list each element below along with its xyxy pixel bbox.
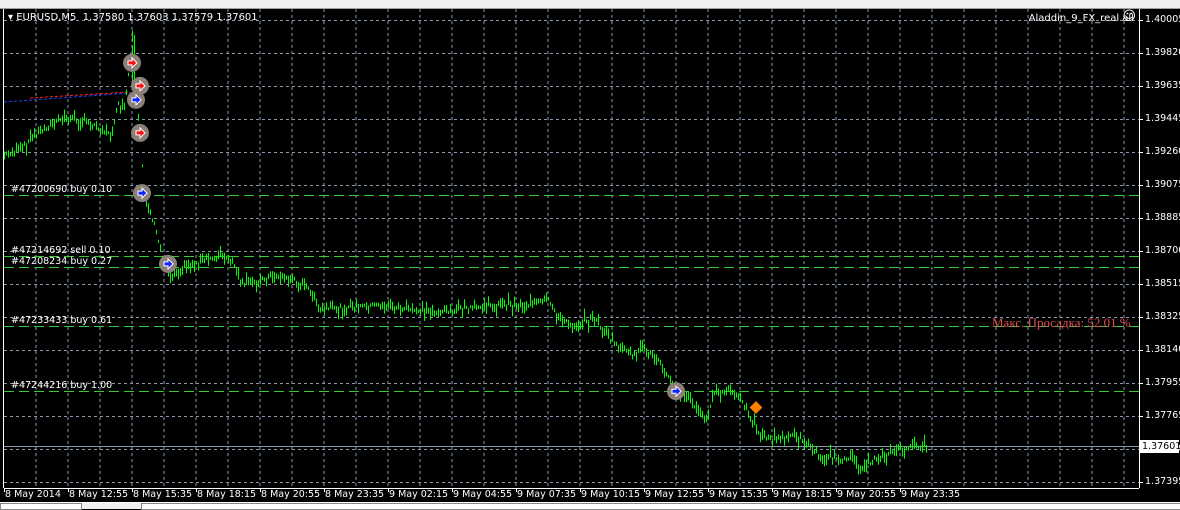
price-axis-label: 1.37395 [1145, 476, 1180, 487]
current-price-tag: 1.37601 [1139, 439, 1180, 453]
symbol-label: EURUSD,M5 [16, 12, 77, 23]
price-axis-label: 1.37765 [1145, 410, 1180, 421]
expert-advisor-label: Aladdin_9_FX_real all [1029, 13, 1134, 25]
price-axis-label: 1.38515 [1145, 278, 1180, 289]
smiley-icon[interactable]: ☺ [1122, 10, 1136, 23]
price-axis-label: 1.37955 [1145, 377, 1180, 388]
time-axis-label: 8 May 18:15 [197, 489, 257, 500]
max-drawdown-label: Макс. Просадка: 52.01 % [992, 315, 1131, 330]
price-axis-label: 1.38885 [1145, 212, 1180, 223]
time-axis-label: 9 May 07:35 [517, 489, 577, 500]
time-axis-label: 9 May 04:55 [453, 489, 513, 500]
order-label[interactable]: #47214692 sell 0.10 [11, 245, 111, 256]
price-axis-label: 1.38325 [1145, 311, 1180, 322]
time-axis-label: 9 May 18:15 [773, 489, 833, 500]
price-axis-label: 1.38700 [1145, 245, 1180, 256]
time-axis-label: 9 May 10:15 [581, 489, 641, 500]
time-axis-label: 9 May 20:55 [837, 489, 897, 500]
price-axis-label: 1.39820 [1145, 47, 1180, 58]
time-axis-label: 8 May 15:35 [133, 489, 193, 500]
order-label[interactable]: #47233433 buy 0.61 [11, 315, 112, 326]
price-axis-label: 1.39445 [1145, 113, 1180, 124]
price-chart[interactable] [0, 0, 1180, 508]
time-axis-label: 8 May 2014 [5, 489, 61, 500]
time-axis-label: 9 May 23:35 [901, 489, 961, 500]
ohlc-values: 1.37580 1.37603 1.37579 1.37601 [82, 12, 258, 23]
trade-history-line-red [29, 91, 131, 99]
time-axis-label: 9 May 15:35 [709, 489, 769, 500]
price-axis-label: 1.39075 [1145, 179, 1180, 190]
price-axis-label: 1.40005 [1145, 14, 1180, 25]
chart-tab-1[interactable] [0, 503, 82, 510]
order-label[interactable]: #47208234 buy 0.27 [11, 256, 112, 267]
pending-order-diamond-icon [749, 401, 763, 414]
price-axis-label: 1.39635 [1145, 80, 1180, 91]
trade-history-line-blue [3, 92, 131, 103]
order-label[interactable]: #47200690 buy 0.10 [11, 184, 112, 195]
time-axis-label: 9 May 02:15 [389, 489, 449, 500]
time-axis-label: 9 May 12:55 [645, 489, 705, 500]
chart-tab-2[interactable] [141, 503, 1180, 510]
order-label[interactable]: #47244216 buy 1.00 [11, 380, 112, 391]
expert-name: Aladdin_9_FX_real all [1028, 13, 1134, 24]
price-axis-label: 1.39260 [1145, 146, 1180, 157]
price-axis-label: 1.38140 [1145, 344, 1180, 355]
time-axis-label: 8 May 20:55 [261, 489, 321, 500]
time-axis-label: 8 May 23:35 [325, 489, 385, 500]
time-axis-label: 8 May 12:55 [69, 489, 129, 500]
chart-menu-triangle-icon[interactable]: ▾ [8, 12, 13, 23]
chart-header: ▾ EURUSD,M5 1.37580 1.37603 1.37579 1.37… [8, 12, 258, 24]
